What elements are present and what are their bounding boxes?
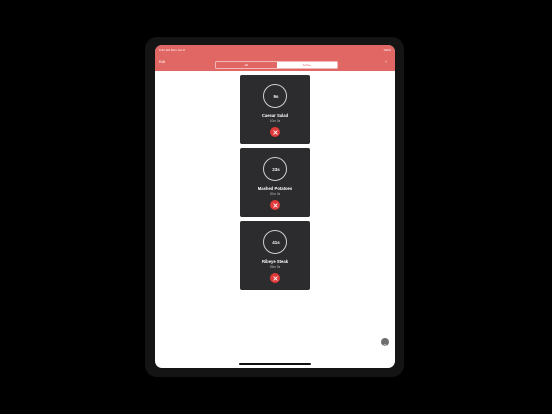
segment-active[interactable]: Active <box>276 62 337 68</box>
timer-duration: 10m 0s <box>269 119 281 123</box>
app-screen: 9:41 AM Mon Jun 8 100% Edit All Active +… <box>155 45 395 368</box>
close-icon <box>272 202 278 208</box>
close-icon <box>272 275 278 281</box>
timer-duration: 25m 0s <box>269 265 281 269</box>
countdown-label: 41s <box>272 240 280 245</box>
countdown-label: 9s <box>273 94 279 99</box>
timer-name: Mashed Potatoes <box>257 186 293 191</box>
timer-name: Ribeye Steak <box>261 259 289 264</box>
delete-button[interactable] <box>270 127 280 137</box>
status-bar: 9:41 AM Mon Jun 8 100% <box>155 47 395 53</box>
segmented-control: All Active <box>215 61 338 69</box>
floating-action-button[interactable] <box>381 338 389 350</box>
status-time: 9:41 AM Mon Jun 8 <box>159 48 185 52</box>
delete-button[interactable] <box>270 273 280 283</box>
circle-icon <box>382 344 388 350</box>
progress-ring: 9s <box>263 84 287 108</box>
close-icon <box>272 129 278 135</box>
countdown-label: 23s <box>272 167 280 172</box>
edit-button[interactable]: Edit <box>159 59 167 65</box>
timer-card[interactable]: 41s Ribeye Steak 25m 0s <box>240 221 310 290</box>
plus-icon: + <box>384 59 388 64</box>
delete-button[interactable] <box>270 200 280 210</box>
home-indicator <box>239 363 311 365</box>
navigation-bar: 9:41 AM Mon Jun 8 100% Edit All Active + <box>155 45 395 71</box>
progress-ring: 23s <box>263 157 287 181</box>
progress-ring: 41s <box>263 230 287 254</box>
add-button[interactable]: + <box>383 59 389 65</box>
segment-all[interactable]: All <box>216 62 277 68</box>
timer-card[interactable]: 9s Caesar Salad 10m 0s <box>240 75 310 144</box>
timer-card[interactable]: 23s Mashed Potatoes 20m 0s <box>240 148 310 217</box>
timer-duration: 20m 0s <box>269 192 281 196</box>
timer-name: Caesar Salad <box>261 113 289 118</box>
battery-status: 100% <box>383 48 391 52</box>
